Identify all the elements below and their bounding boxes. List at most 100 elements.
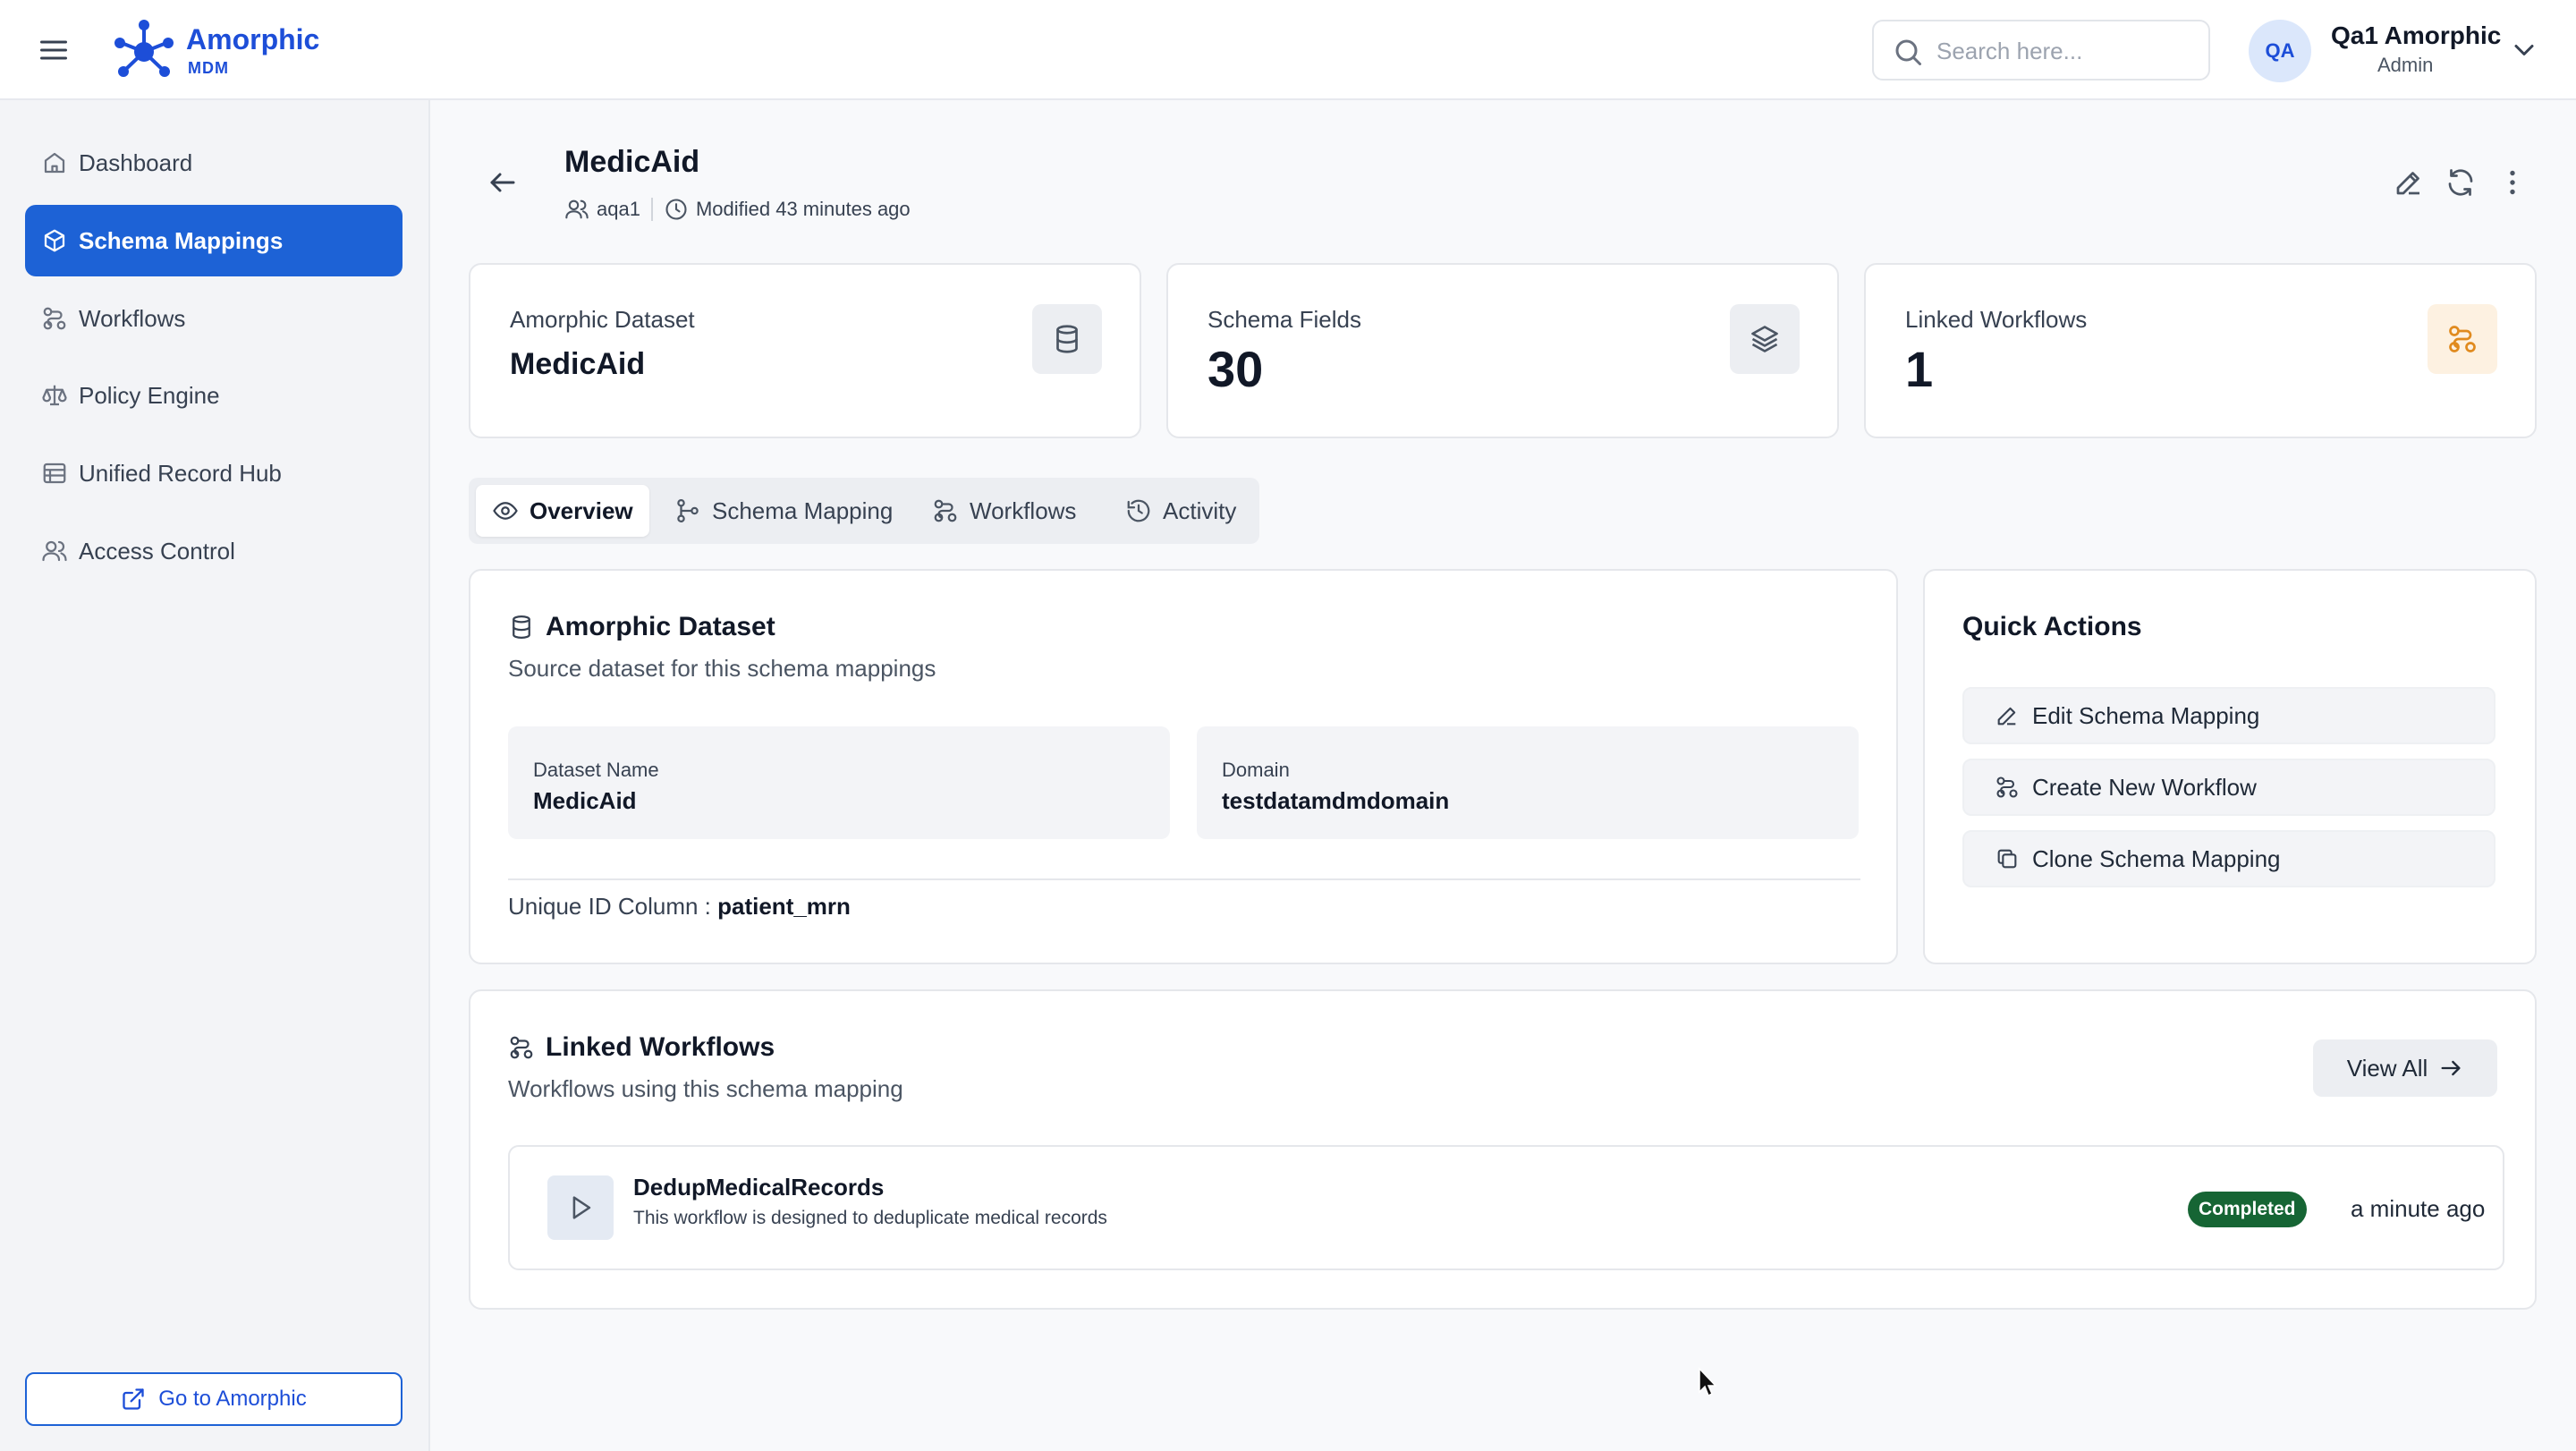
unique-id-label: Unique ID Column : <box>508 893 711 920</box>
cube-icon <box>41 227 68 254</box>
database-icon <box>1032 304 1102 374</box>
sidebar-item-label: Workflows <box>79 304 186 332</box>
database-icon <box>508 614 535 641</box>
search-input[interactable] <box>1936 32 2196 70</box>
workflow-time: a minute ago <box>2351 1195 2486 1222</box>
create-new-workflow-button[interactable]: Create New Workflow <box>1962 759 2496 816</box>
tab-label: Workflows <box>970 496 1077 524</box>
database-table-icon <box>41 460 68 487</box>
workflow-icon <box>508 1034 535 1061</box>
card-subtitle: Workflows using this schema mapping <box>508 1075 903 1102</box>
workflow-icon <box>41 305 68 332</box>
hamburger-menu-icon[interactable] <box>38 34 70 66</box>
amorphic-logo-icon <box>111 18 177 82</box>
brand-logo[interactable]: Amorphic MDM <box>111 18 319 82</box>
avatar[interactable]: QA <box>2249 20 2311 82</box>
brand-name: Amorphic <box>186 23 320 55</box>
stat-card-schema-fields: Schema Fields 30 <box>1166 263 1839 438</box>
card-title: Quick Actions <box>1962 612 2142 641</box>
stat-value: 30 <box>1208 341 1264 397</box>
copy-icon <box>1995 846 2020 871</box>
modified-time: Modified 43 minutes ago <box>695 198 911 220</box>
sidebar-item-workflows[interactable]: Workflows <box>25 283 402 354</box>
owner-name: aqa1 <box>597 198 640 220</box>
edit-pencil-icon[interactable] <box>2393 166 2425 199</box>
git-branch-icon <box>674 497 701 524</box>
chevron-down-icon[interactable] <box>2508 34 2540 66</box>
search-icon <box>1892 36 1924 68</box>
button-label: View All <box>2346 1054 2428 1082</box>
card-title: Amorphic Dataset <box>508 612 775 642</box>
sidebar-item-label: Dashboard <box>79 148 193 176</box>
button-label: Create New Workflow <box>2032 773 2257 801</box>
play-icon[interactable] <box>547 1175 614 1240</box>
dataset-name-field: Dataset Name MedicAid <box>508 726 1170 839</box>
field-value: MedicAid <box>533 787 637 814</box>
workflow-row[interactable]: DedupMedicalRecords This workflow is des… <box>508 1145 2504 1270</box>
tab-overview[interactable]: Overview <box>476 485 649 537</box>
page-actions <box>2393 166 2548 199</box>
tab-label: Overview <box>530 496 633 524</box>
workflow-name[interactable]: DedupMedicalRecords <box>633 1174 884 1201</box>
eye-icon <box>492 497 519 524</box>
stat-card-linked-workflows: Linked Workflows 1 <box>1864 263 2537 438</box>
sidebar-item-dashboard[interactable]: Dashboard <box>25 127 402 199</box>
status-badge: Completed <box>2188 1192 2307 1227</box>
sidebar-item-schema-mappings[interactable]: Schema Mappings <box>25 205 402 276</box>
field-value: testdatamdmdomain <box>1222 787 1450 814</box>
domain-field: Domain testdatamdmdomain <box>1197 726 1859 839</box>
stat-value: 1 <box>1905 341 1934 397</box>
page-meta: aqa1 Modified 43 minutes ago <box>564 197 911 222</box>
workflow-icon <box>2428 304 2497 374</box>
pencil-icon <box>1995 703 2020 728</box>
page-title: MedicAid <box>564 145 700 179</box>
tab-label: Schema Mapping <box>712 496 894 524</box>
field-label: Dataset Name <box>533 759 659 781</box>
layers-icon <box>1730 304 1800 374</box>
button-label: Clone Schema Mapping <box>2032 844 2281 872</box>
history-icon <box>1125 497 1152 524</box>
mouse-cursor-icon <box>1698 1367 1719 1399</box>
card-subtitle: Source dataset for this schema mappings <box>508 655 936 682</box>
more-vertical-icon[interactable] <box>2496 166 2529 199</box>
user-role: Admin <box>2377 54 2434 76</box>
go-to-amorphic-label: Go to Amorphic <box>158 1387 307 1411</box>
clone-schema-mapping-button[interactable]: Clone Schema Mapping <box>1962 830 2496 887</box>
external-link-icon <box>121 1387 146 1412</box>
edit-schema-mapping-button[interactable]: Edit Schema Mapping <box>1962 687 2496 744</box>
tab-bar: Overview Schema Mapping Workflows Activi… <box>469 478 1259 544</box>
quick-actions-card: Quick Actions Edit Schema Mapping Create… <box>1923 569 2537 964</box>
stat-label: Linked Workflows <box>1905 306 2088 333</box>
refresh-icon[interactable] <box>2445 166 2477 199</box>
brand-subtitle: MDM <box>188 59 229 77</box>
arrow-right-icon <box>2438 1056 2463 1081</box>
card-title: Linked Workflows <box>508 1032 775 1063</box>
sidebar-item-unified-record-hub[interactable]: Unified Record Hub <box>25 437 402 509</box>
tab-activity[interactable]: Activity <box>1109 485 1252 537</box>
view-all-button[interactable]: View All <box>2313 1039 2497 1097</box>
sidebar: Dashboard Schema Mappings Workflows Poli… <box>0 100 430 1451</box>
unique-id-column: Unique ID Column : patient_mrn <box>508 893 851 921</box>
back-arrow-icon[interactable] <box>487 166 519 199</box>
scale-icon <box>41 382 68 409</box>
workflow-icon <box>1995 775 2020 800</box>
sidebar-item-label: Unified Record Hub <box>79 459 282 487</box>
workflow-description: This workflow is designed to deduplicate… <box>633 1208 1107 1228</box>
tab-workflows[interactable]: Workflows <box>916 485 1092 537</box>
users-icon <box>564 197 589 222</box>
users-icon <box>41 538 68 564</box>
tab-schema-mapping[interactable]: Schema Mapping <box>658 485 909 537</box>
stat-card-dataset: Amorphic Dataset MedicAid <box>469 263 1141 438</box>
unique-id-value: patient_mrn <box>717 893 851 920</box>
sidebar-item-policy-engine[interactable]: Policy Engine <box>25 360 402 431</box>
button-label: Edit Schema Mapping <box>2032 701 2260 729</box>
go-to-amorphic-button[interactable]: Go to Amorphic <box>25 1372 402 1426</box>
clock-icon <box>664 197 689 222</box>
workflow-icon <box>932 497 959 524</box>
stat-label: Schema Fields <box>1208 306 1361 333</box>
sidebar-item-access-control[interactable]: Access Control <box>25 515 402 587</box>
search-box[interactable] <box>1872 20 2210 81</box>
card-title-text: Linked Workflows <box>546 1032 775 1062</box>
sidebar-item-label: Policy Engine <box>79 381 220 409</box>
user-name[interactable]: Qa1 Amorphic <box>2331 21 2501 50</box>
